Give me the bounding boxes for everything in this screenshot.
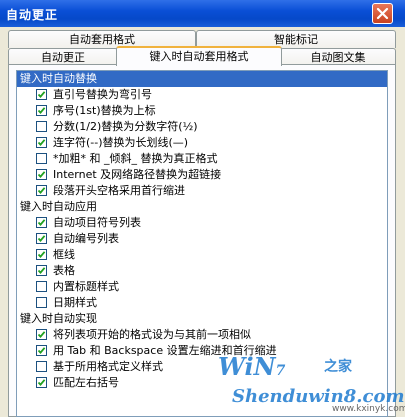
- option-checkbox[interactable]: [36, 121, 47, 132]
- option-item[interactable]: 直引号替换为弯引号: [17, 87, 387, 103]
- option-item[interactable]: 表格: [17, 263, 387, 279]
- checkmark-icon: [37, 235, 46, 242]
- close-icon: [376, 7, 389, 20]
- option-label: 段落开头空格采用首行缩进: [53, 184, 185, 197]
- checkmark-icon: [37, 347, 46, 354]
- option-checkbox[interactable]: [36, 361, 47, 372]
- option-label: 分数(1/2)替换为分数字符(½): [53, 120, 198, 133]
- tab-autoformat-as-you-type-label: 键入时自动套用格式: [149, 50, 249, 63]
- tab-autoformat-label: 自动套用格式: [69, 33, 135, 46]
- option-item[interactable]: 匹配左右括号: [17, 375, 387, 391]
- checkmark-icon: [37, 267, 46, 274]
- options-list[interactable]: 键入时自动替换 直引号替换为弯引号 序号(1st)替换为上标分数(1/2)替换为分数…: [16, 70, 388, 417]
- option-checkbox[interactable]: [36, 233, 47, 244]
- option-checkbox[interactable]: [36, 345, 47, 356]
- option-item[interactable]: 自动编号列表: [17, 231, 387, 247]
- option-item[interactable]: 段落开头空格采用首行缩进: [17, 183, 387, 199]
- option-checkbox[interactable]: [36, 153, 47, 164]
- option-item[interactable]: Internet 及网络路径替换为超链接: [17, 167, 387, 183]
- tab-autocorrect-label: 自动更正: [41, 51, 85, 64]
- option-checkbox[interactable]: [36, 249, 47, 260]
- checkmark-icon: [37, 379, 46, 386]
- option-label: 日期样式: [53, 296, 97, 309]
- option-label: 自动项目符号列表: [53, 216, 141, 229]
- option-item[interactable]: 日期样式: [17, 295, 387, 311]
- option-label: Internet 及网络路径替换为超链接: [53, 168, 222, 181]
- option-checkbox[interactable]: [36, 265, 47, 276]
- option-item[interactable]: 连字符(--)替换为长划线(—): [17, 135, 387, 151]
- option-label: 直引号替换为弯引号: [53, 88, 152, 101]
- checkmark-icon: [37, 107, 46, 114]
- option-checkbox[interactable]: [36, 329, 47, 340]
- group-header: 键入时自动替换: [17, 71, 387, 87]
- option-checkbox[interactable]: [36, 105, 47, 116]
- tab-panel: 键入时自动替换 直引号替换为弯引号 序号(1st)替换为上标分数(1/2)替换为分数…: [8, 64, 396, 417]
- option-item[interactable]: 基于所用格式定义样式: [17, 359, 387, 375]
- option-item[interactable]: 框线: [17, 247, 387, 263]
- title-bar: 自动更正: [0, 0, 405, 27]
- option-item[interactable]: 将列表项开始的格式设为与其前一项相似: [17, 327, 387, 343]
- option-checkbox[interactable]: [36, 217, 47, 228]
- tab-autotext-label: 自动图文集: [310, 51, 366, 64]
- checkmark-icon: [37, 187, 46, 194]
- option-label: 基于所用格式定义样式: [53, 360, 163, 373]
- tab-smart-tags-label: 智能标记: [274, 33, 318, 46]
- group-header: 键入时自动应用: [20, 200, 97, 213]
- window-title: 自动更正: [6, 8, 59, 22]
- option-item[interactable]: 分数(1/2)替换为分数字符(½): [17, 119, 387, 135]
- checkmark-icon: [37, 91, 46, 98]
- option-label: 自动编号列表: [53, 232, 119, 245]
- option-checkbox[interactable]: [36, 169, 47, 180]
- option-checkbox[interactable]: [36, 89, 47, 100]
- option-item[interactable]: 序号(1st)替换为上标: [17, 103, 387, 119]
- option-label: 匹配左右括号: [53, 376, 119, 389]
- group-header: 键入时自动实现: [20, 312, 97, 325]
- option-item[interactable]: 内置标题样式: [17, 279, 387, 295]
- option-item[interactable]: 自动项目符号列表: [17, 215, 387, 231]
- checkmark-icon: [37, 171, 46, 178]
- checkmark-icon: [37, 331, 46, 338]
- option-label: 内置标题样式: [53, 280, 119, 293]
- checkmark-icon: [37, 219, 46, 226]
- option-checkbox[interactable]: [36, 137, 47, 148]
- option-label: *加粗* 和 _倾斜_ 替换为真正格式: [53, 152, 218, 165]
- option-checkbox[interactable]: [36, 377, 47, 388]
- tab-autoformat-as-you-type[interactable]: 键入时自动套用格式: [116, 46, 282, 66]
- option-checkbox[interactable]: [36, 297, 47, 308]
- option-label: 将列表项开始的格式设为与其前一项相似: [53, 328, 251, 341]
- option-label: 框线: [53, 248, 75, 261]
- close-button[interactable]: [372, 3, 393, 24]
- checkmark-icon: [37, 139, 46, 146]
- option-checkbox[interactable]: [36, 281, 47, 292]
- option-label: 连字符(--)替换为长划线(—): [53, 136, 189, 149]
- option-label: 序号(1st)替换为上标: [53, 104, 156, 117]
- checkmark-icon: [37, 251, 46, 258]
- option-label: 用 Tab 和 Backspace 设置左缩进和首行缩进: [53, 344, 277, 357]
- option-item[interactable]: *加粗* 和 _倾斜_ 替换为真正格式: [17, 151, 387, 167]
- option-label: 表格: [53, 264, 75, 277]
- option-item[interactable]: 用 Tab 和 Backspace 设置左缩进和首行缩进: [17, 343, 387, 359]
- option-checkbox[interactable]: [36, 185, 47, 196]
